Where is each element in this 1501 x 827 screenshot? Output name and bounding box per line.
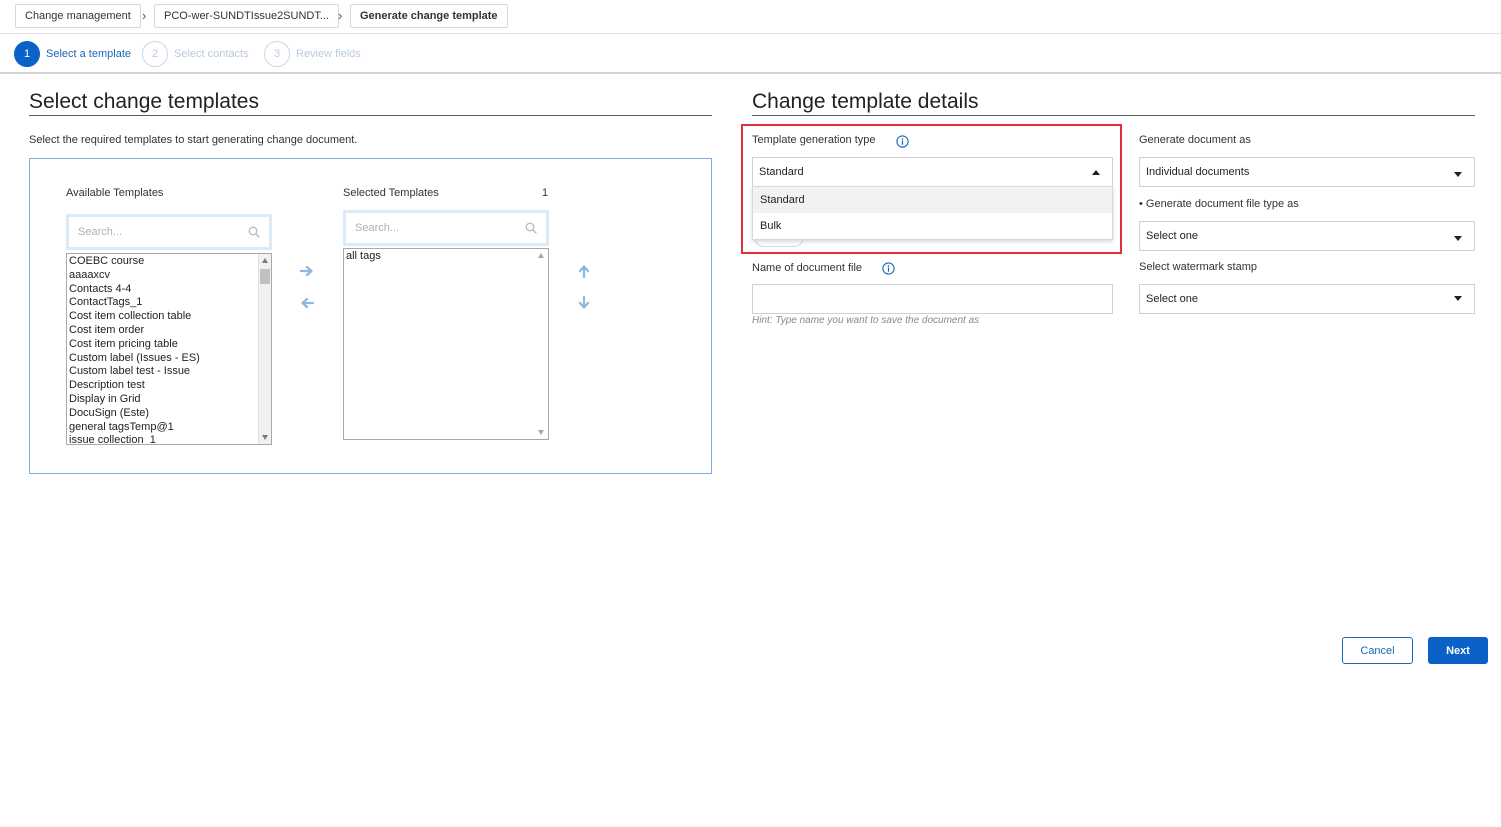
move-left-button[interactable] [298, 294, 316, 312]
chevron-up-icon [1092, 170, 1100, 175]
watermark-value: Select one [1146, 293, 1198, 305]
available-list-scrollbar[interactable] [258, 254, 271, 444]
next-button[interactable]: Next [1428, 637, 1488, 664]
list-item[interactable]: Cost item collection table [67, 310, 271, 324]
list-item[interactable]: Cost item order [67, 324, 271, 338]
breadcrumb-current-page: Generate change template [350, 4, 508, 28]
cancel-button[interactable]: Cancel [1342, 637, 1413, 664]
required-marker: • [1139, 198, 1143, 210]
chevron-down-icon [1454, 172, 1462, 177]
list-item[interactable]: issue collection_1 [67, 434, 271, 444]
list-item[interactable]: general tagsTemp@1 [67, 421, 271, 435]
breadcrumb-change-management[interactable]: Change management [15, 4, 141, 28]
select-templates-title: Select change templates [29, 90, 259, 113]
document-name-label: Name of document file [752, 262, 863, 274]
step-review-fields[interactable]: 3 Review fields [264, 40, 361, 67]
watermark-select[interactable]: Select one [1139, 284, 1475, 314]
step-number: 3 [264, 40, 290, 67]
list-item[interactable]: aaaaxcv [67, 269, 271, 283]
available-search [66, 214, 272, 250]
list-item[interactable]: ContactTags_1 [67, 296, 271, 310]
wizard-stepper: 1 Select a template 2 Select contacts 3 … [0, 34, 1501, 74]
list-item[interactable]: Custom label (Issues - ES) [67, 352, 271, 366]
step-number: 1 [14, 40, 40, 67]
available-search-input[interactable] [69, 217, 269, 247]
step-select-contacts[interactable]: 2 Select contacts [142, 40, 249, 67]
selected-search-input[interactable] [346, 213, 546, 243]
list-item[interactable]: Custom label test - Issue [67, 365, 271, 379]
arrow-up-icon [578, 265, 590, 278]
generation-type-dropdown: Standard Bulk [752, 186, 1113, 240]
chevron-down-icon [1454, 296, 1462, 301]
selected-search [343, 210, 549, 246]
list-item[interactable]: COEBC course [67, 255, 271, 269]
file-type-select[interactable]: Select one [1139, 221, 1475, 251]
scroll-thumb[interactable] [260, 269, 270, 284]
option-standard[interactable]: Standard [753, 187, 1112, 213]
move-up-button[interactable] [575, 262, 593, 280]
breadcrumb-separator: › [338, 8, 343, 23]
arrow-right-icon [300, 265, 313, 277]
list-item[interactable]: Cost item pricing table [67, 338, 271, 352]
generation-type-label: Template generation type [752, 134, 876, 146]
breadcrumb: Change management › PCO-wer-SUNDTIssue2S… [0, 0, 1501, 34]
scroll-down-icon[interactable] [262, 435, 268, 440]
breadcrumb-separator: › [142, 8, 147, 23]
arrow-left-icon [301, 297, 314, 309]
search-icon [525, 222, 537, 234]
generate-as-value: Individual documents [1146, 166, 1250, 178]
step-label: Review fields [296, 47, 361, 60]
title-divider [752, 115, 1475, 116]
file-type-label: • Generate document file type as [1139, 198, 1299, 210]
scroll-down-icon[interactable] [538, 430, 544, 435]
move-right-button[interactable] [298, 262, 316, 280]
file-type-value: Select one [1146, 230, 1198, 242]
list-item[interactable]: Display in Grid [67, 393, 271, 407]
option-bulk[interactable]: Bulk [753, 213, 1112, 239]
arrow-down-icon [578, 296, 590, 309]
selected-templates-count: 1 [542, 187, 549, 199]
move-down-button[interactable] [575, 294, 593, 312]
list-item[interactable]: Contacts 4-4 [67, 283, 271, 297]
generation-type-value: Standard [759, 166, 804, 178]
file-type-label-text: Generate document file type as [1145, 198, 1299, 210]
available-templates-list[interactable]: COEBC course aaaaxcv Contacts 4-4 ContactTa… [66, 253, 272, 445]
title-divider [29, 115, 712, 116]
step-label: Select contacts [174, 47, 249, 60]
generation-type-select[interactable]: Standard [752, 157, 1113, 187]
generate-as-select[interactable]: Individual documents [1139, 157, 1475, 187]
document-name-input[interactable] [753, 285, 1112, 313]
watermark-label: Select watermark stamp [1139, 261, 1257, 273]
template-details-title: Change template details [752, 90, 979, 113]
selected-list-scrollbar[interactable] [535, 249, 548, 439]
list-item[interactable]: all tags [344, 250, 548, 264]
step-label: Select a template [46, 47, 131, 60]
available-templates-label: Available Templates [66, 187, 164, 199]
generate-as-label: Generate document as [1139, 134, 1251, 146]
document-name-field [752, 284, 1113, 314]
info-icon[interactable] [882, 262, 895, 275]
info-icon[interactable] [896, 135, 909, 148]
search-icon [248, 226, 260, 238]
selected-templates-label: Selected Templates [343, 187, 439, 199]
list-item[interactable]: Description test [67, 379, 271, 393]
scroll-up-icon[interactable] [538, 253, 544, 258]
scroll-up-icon[interactable] [262, 258, 268, 263]
chevron-down-icon [1454, 236, 1462, 241]
template-picker: Available Templates COEBC courseaaaaxcvC… [29, 158, 712, 474]
step-select-template[interactable]: 1 Select a template [14, 40, 131, 67]
breadcrumb-pco-item[interactable]: PCO-wer-SUNDTIssue2SUNDT... [154, 4, 340, 28]
selected-templates-list[interactable]: all tags [343, 248, 549, 440]
step-number: 2 [142, 40, 168, 67]
list-item[interactable]: DocuSign (Este) [67, 407, 271, 421]
select-templates-description: Select the required templates to start g… [29, 134, 358, 146]
document-name-hint: Hint: Type name you want to save the doc… [752, 315, 980, 326]
